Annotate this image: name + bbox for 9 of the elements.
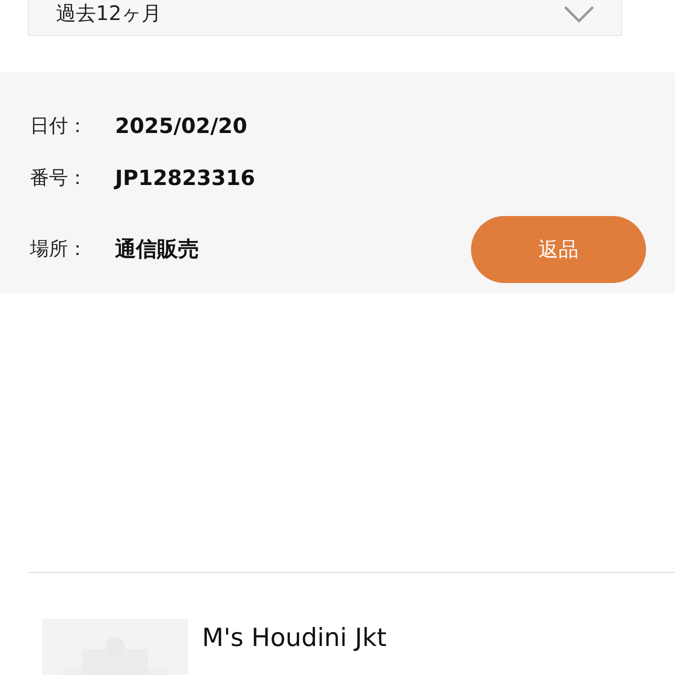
field-label: 場所： [30, 237, 88, 262]
field-value: 2025/02/20 [115, 114, 248, 138]
field-label: 日付： [30, 114, 88, 139]
field-label: 番号： [30, 166, 88, 191]
field-value: 通信販売 [115, 236, 200, 263]
chevron-down-icon [563, 4, 595, 22]
period-select[interactable]: 過去12ヶ月 [28, 0, 622, 36]
field-value: JP12823316 [115, 166, 256, 190]
product-name[interactable]: M's Houdini Jkt [202, 623, 387, 675]
